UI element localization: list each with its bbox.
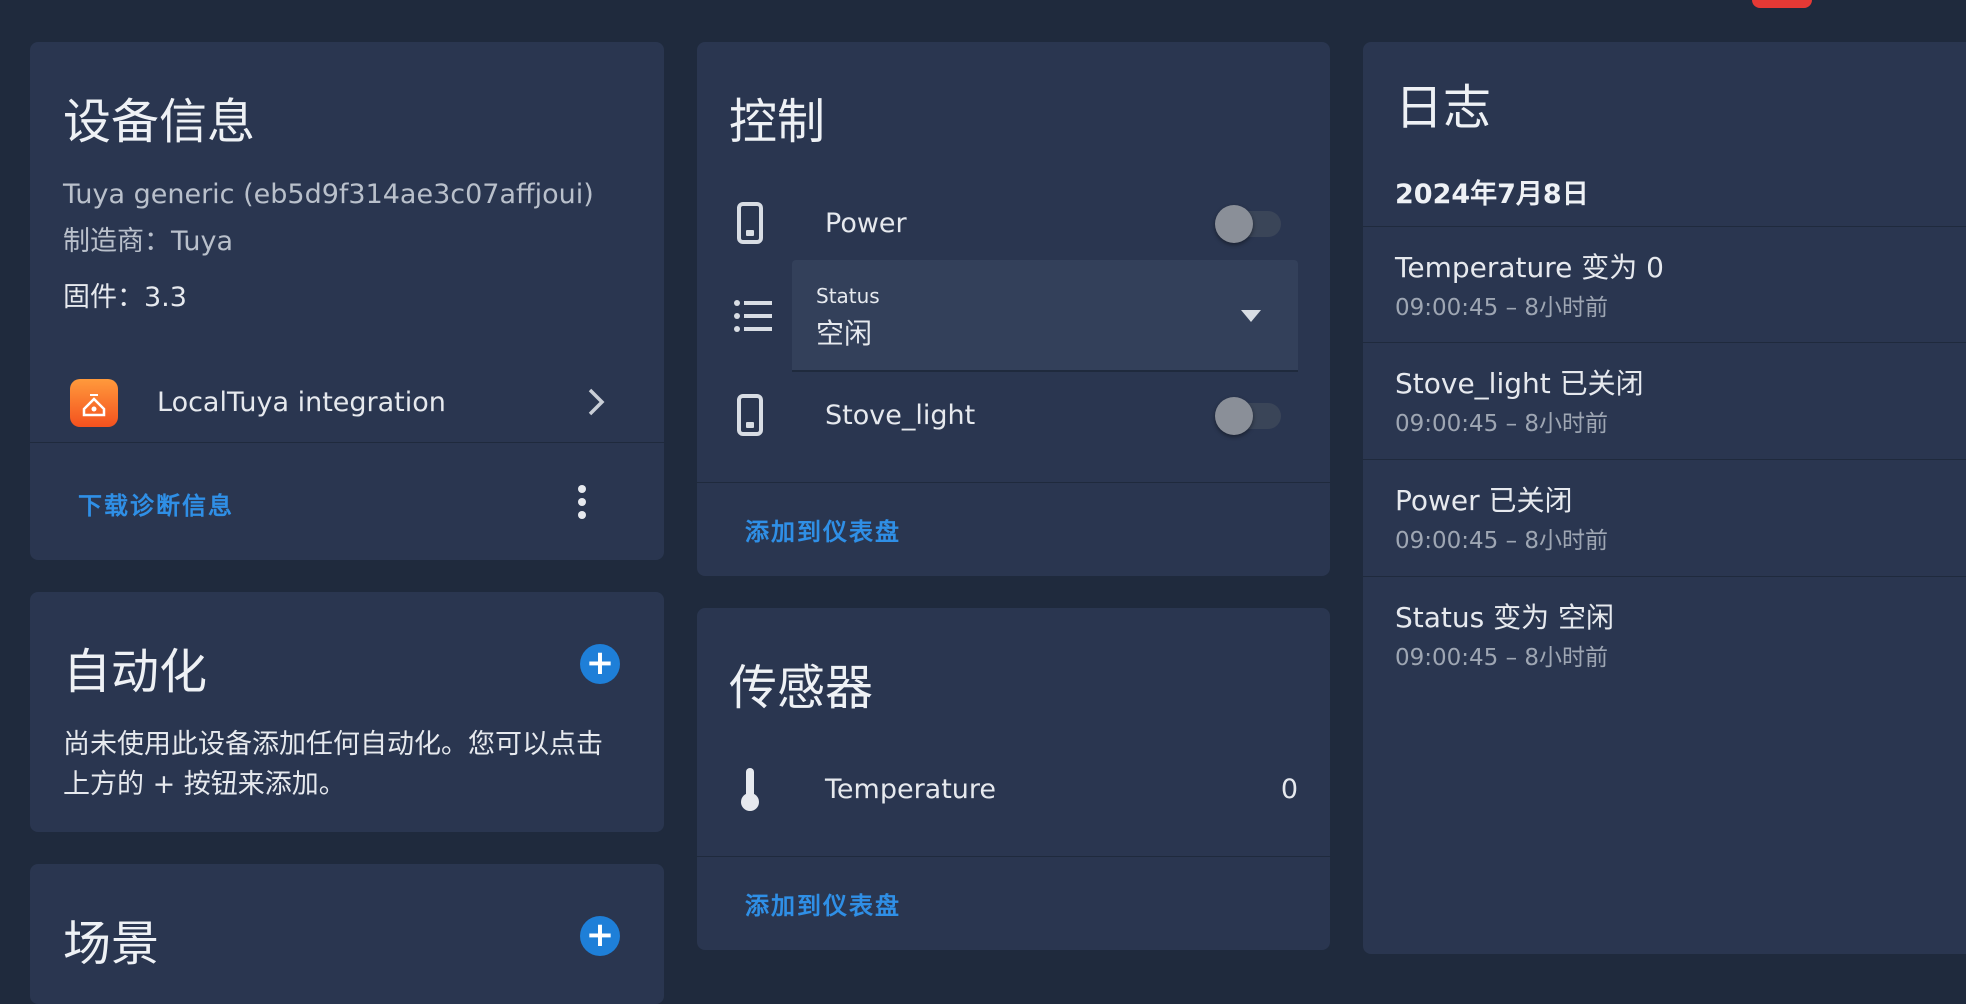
stove-light-label: Stove_light — [825, 400, 976, 431]
integration-label: LocalTuya integration — [157, 387, 446, 418]
dropdown-arrow-icon — [1240, 308, 1262, 327]
device-firmware: 固件：3.3 — [63, 282, 187, 313]
logbook-card: 日志 2024年7月8日 Temperature 变为 0 09:00:45 –… — [1363, 42, 1966, 954]
logbook-title: 日志 — [1395, 80, 1492, 136]
add-scene-button[interactable]: + — [580, 916, 620, 956]
device-manufacturer: 制造商：Tuya — [63, 226, 234, 257]
sensors-title: 传感器 — [729, 660, 874, 716]
log-entry-time: 09:00:45 – 8小时前 — [1395, 645, 1609, 671]
phone-icon — [737, 394, 763, 436]
automation-card: 自动化 + 尚未使用此设备添加任何自动化。您可以点击 上方的 + 按钮来添加。 — [30, 592, 664, 832]
status-select-value: 空闲 — [816, 317, 873, 350]
log-entry-text: Status 变为 空闲 — [1395, 601, 1615, 634]
log-entry-text: Stove_light 已关闭 — [1395, 367, 1644, 400]
device-info-divider — [30, 442, 664, 443]
chevron-right-icon — [586, 387, 606, 421]
log-entry[interactable]: Status 变为 空闲 09:00:45 – 8小时前 — [1363, 576, 1966, 692]
stove-light-toggle-knob — [1215, 397, 1253, 435]
thermometer-icon — [739, 766, 761, 816]
phone-icon — [737, 202, 763, 244]
more-vert-icon[interactable] — [576, 484, 588, 520]
power-row[interactable]: Power — [697, 192, 1330, 256]
controls-add-dashboard-link[interactable]: 添加到仪表盘 — [745, 512, 901, 547]
device-model: Tuya generic (eb5d9f314ae3c07affjoui) — [63, 179, 594, 210]
power-label: Power — [825, 208, 907, 239]
integration-row[interactable]: LocalTuya integration — [30, 367, 664, 439]
localtuya-logo-icon — [70, 379, 118, 427]
log-entry-text: Power 已关闭 — [1395, 484, 1573, 517]
status-list-icon — [733, 296, 773, 340]
log-entry[interactable]: Stove_light 已关闭 09:00:45 – 8小时前 — [1363, 342, 1966, 458]
temperature-label: Temperature — [825, 774, 997, 805]
controls-divider — [697, 482, 1330, 483]
stove-light-row[interactable]: Stove_light — [697, 384, 1330, 448]
notification-badge[interactable] — [1752, 0, 1812, 8]
automation-empty-line1: 尚未使用此设备添加任何自动化。您可以点击 — [63, 729, 603, 760]
sensors-divider — [697, 856, 1330, 857]
controls-title: 控制 — [729, 94, 826, 150]
status-select[interactable]: Status 空闲 — [792, 260, 1298, 372]
sensors-add-dashboard-link[interactable]: 添加到仪表盘 — [745, 886, 901, 921]
sensors-card: 传感器 Temperature 0 添加到仪表盘 — [697, 608, 1330, 950]
log-entry[interactable]: Power 已关闭 09:00:45 – 8小时前 — [1363, 459, 1966, 575]
download-diagnostics-link[interactable]: 下载诊断信息 — [78, 486, 234, 521]
temperature-row[interactable]: Temperature 0 — [697, 758, 1330, 822]
log-entry[interactable]: Temperature 变为 0 09:00:45 – 8小时前 — [1363, 226, 1966, 342]
automation-title: 自动化 — [63, 644, 208, 700]
logbook-date: 2024年7月8日 — [1395, 179, 1589, 210]
log-entry-text: Temperature 变为 0 — [1395, 251, 1664, 284]
power-toggle-knob — [1215, 205, 1253, 243]
log-entry-time: 09:00:45 – 8小时前 — [1395, 295, 1609, 321]
temperature-value: 0 — [1280, 774, 1298, 805]
device-info-card: 设备信息 Tuya generic (eb5d9f314ae3c07affjou… — [30, 42, 664, 560]
log-entry-time: 09:00:45 – 8小时前 — [1395, 411, 1609, 437]
automation-empty-line2: 上方的 + 按钮来添加。 — [63, 769, 346, 800]
controls-card: 控制 Power Status 空闲 Stove_light 添加到仪表盘 — [697, 42, 1330, 576]
scene-card: 场景 + — [30, 864, 664, 1004]
add-automation-button[interactable]: + — [580, 644, 620, 684]
status-select-label: Status — [816, 284, 880, 308]
log-entry-time: 09:00:45 – 8小时前 — [1395, 528, 1609, 554]
device-info-title: 设备信息 — [63, 94, 256, 150]
scene-title: 场景 — [63, 916, 160, 972]
